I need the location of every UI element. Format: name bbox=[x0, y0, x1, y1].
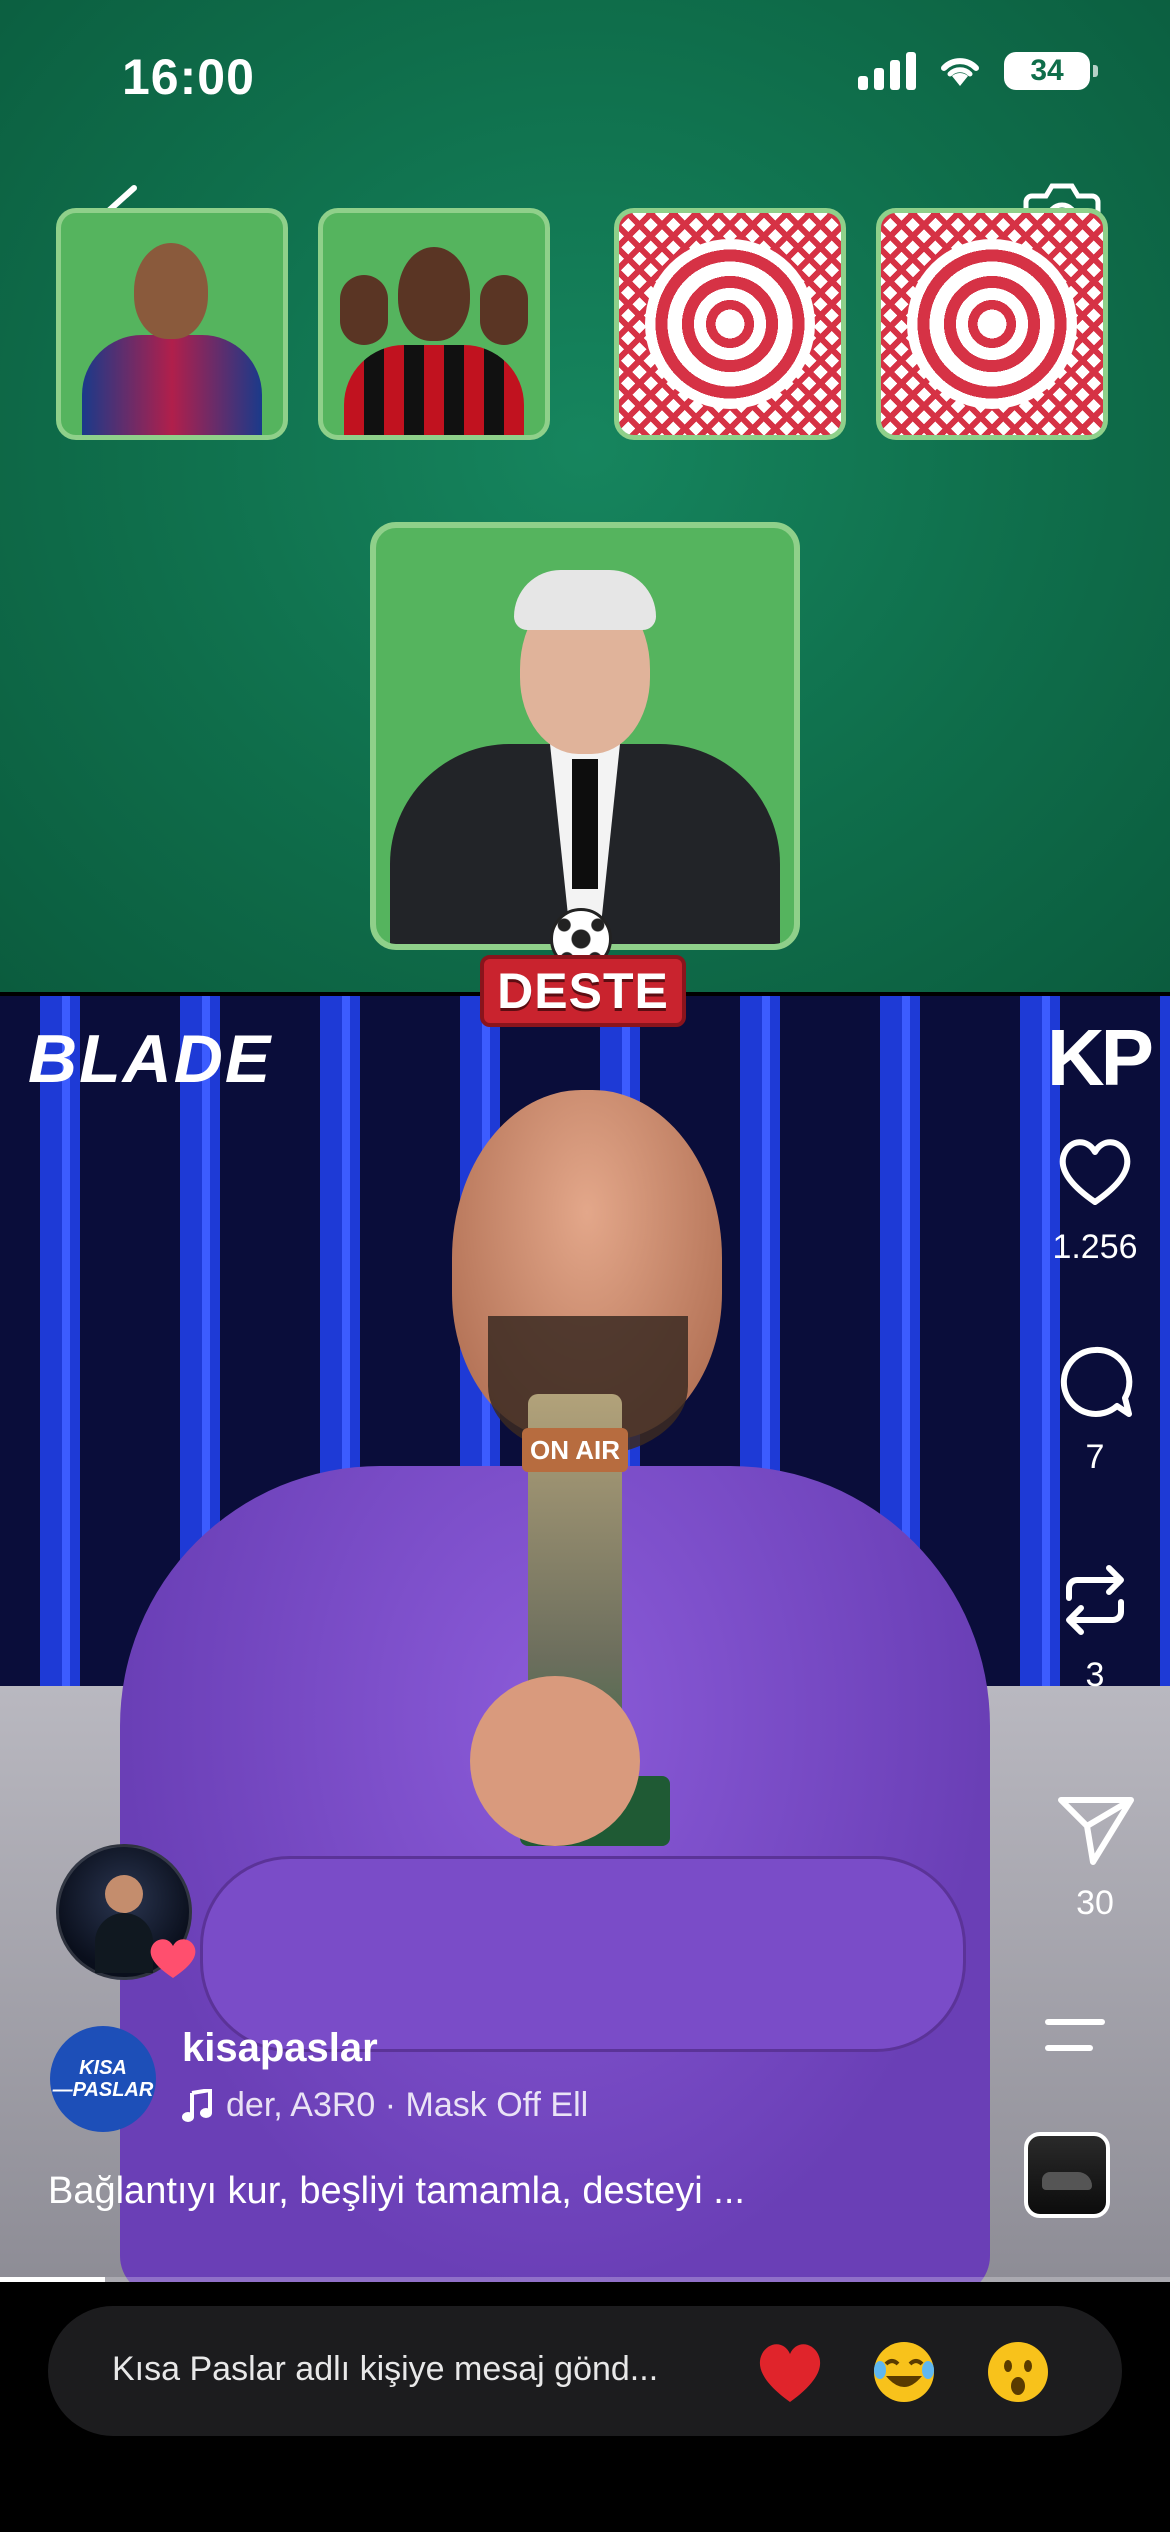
on-air-label: ON AIR bbox=[522, 1428, 628, 1472]
battery-indicator: 34 bbox=[1004, 52, 1098, 90]
heart-emoji-icon[interactable] bbox=[754, 2336, 826, 2408]
like-count: 1.256 bbox=[1052, 1228, 1138, 1266]
comment-icon[interactable] bbox=[1053, 1340, 1137, 1424]
message-placeholder: Kısa Paslar adlı kişiye mesaj gönd... bbox=[112, 2350, 659, 2388]
comment-count: 7 bbox=[1085, 1438, 1105, 1476]
player-2-portrait bbox=[334, 225, 534, 435]
status-indicators: 34 bbox=[858, 52, 1098, 90]
heart-badge-icon bbox=[150, 1939, 196, 1978]
comment-action[interactable]: 7 bbox=[1030, 1340, 1160, 1477]
repost-action[interactable]: 3 bbox=[1030, 1558, 1160, 1695]
message-input[interactable]: Kısa Paslar adlı kişiye mesaj gönd... bbox=[48, 2306, 1122, 2436]
coach-portrait bbox=[380, 544, 790, 944]
face-down-card-1[interactable] bbox=[614, 208, 846, 440]
avatar-text-line-2: —PASLAR bbox=[52, 2079, 154, 2101]
host-arms bbox=[200, 1856, 966, 2052]
player-card-2[interactable] bbox=[318, 208, 550, 440]
host-hand bbox=[470, 1676, 640, 1846]
wifi-icon bbox=[941, 58, 979, 86]
player-card-1[interactable] bbox=[56, 208, 288, 440]
cellular-signal-icon bbox=[858, 52, 916, 90]
audio-thumbnail[interactable] bbox=[1024, 2132, 1110, 2218]
game-board: 16:00 34 bbox=[0, 0, 1170, 992]
avatar-body bbox=[95, 1913, 153, 1973]
share-action[interactable]: 30 bbox=[1030, 1786, 1160, 1923]
post-caption[interactable]: Bağlantıyı kur, beşliyi tamamla, desteyi… bbox=[48, 2170, 745, 2213]
heart-icon[interactable] bbox=[1053, 1130, 1137, 1214]
avatar-head bbox=[105, 1875, 143, 1913]
card-back-pattern bbox=[907, 239, 1077, 409]
face-down-card-2[interactable] bbox=[876, 208, 1108, 440]
deck-card-coach[interactable] bbox=[370, 522, 800, 950]
repost-count: 3 bbox=[1085, 1656, 1105, 1694]
brand-blade: BLADE bbox=[28, 1021, 273, 1097]
message-bar: Kısa Paslar adlı kişiye mesaj gönd... bbox=[0, 2282, 1170, 2532]
surprised-emoji-icon[interactable] bbox=[982, 2336, 1054, 2408]
username[interactable]: kisapaslar bbox=[182, 2026, 378, 2071]
avatar-text-line-1: KISA bbox=[79, 2057, 127, 2079]
profile-avatar[interactable]: KISA —PASLAR bbox=[50, 2026, 156, 2132]
repost-icon[interactable] bbox=[1053, 1558, 1137, 1642]
send-icon[interactable] bbox=[1053, 1786, 1137, 1870]
player-1-portrait bbox=[72, 225, 272, 435]
card-back-pattern bbox=[645, 239, 815, 409]
brand-kp: KP bbox=[1046, 1013, 1154, 1102]
music-info[interactable]: der, A3R0 · Mask Off Ell bbox=[182, 2086, 742, 2125]
car-icon bbox=[1042, 2172, 1092, 2190]
like-action[interactable]: 1.256 bbox=[1030, 1130, 1160, 1267]
music-text: der, A3R0 · Mask Off Ell bbox=[226, 2086, 589, 2124]
share-count: 30 bbox=[1076, 1884, 1114, 1922]
laughing-emoji-icon[interactable] bbox=[868, 2336, 940, 2408]
status-time: 16:00 bbox=[122, 49, 255, 105]
music-note-icon bbox=[182, 2088, 212, 2122]
more-menu-icon[interactable] bbox=[1044, 2016, 1106, 2056]
deste-logo: DESTE bbox=[480, 955, 686, 1027]
